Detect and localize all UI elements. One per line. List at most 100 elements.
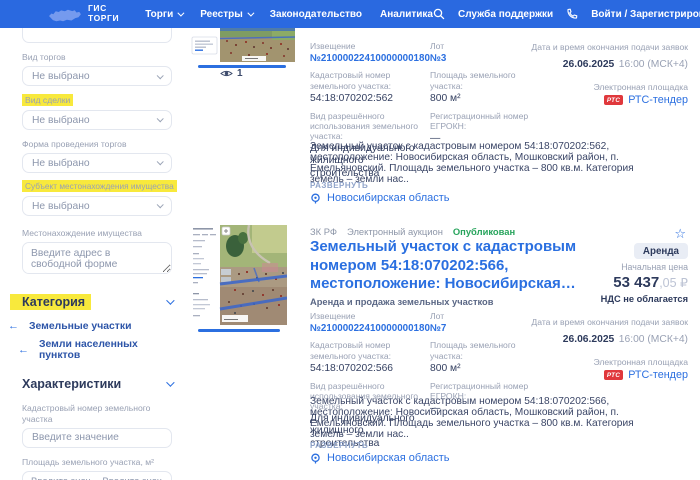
notice-field: Извещение №21000022410000000180 <box>310 41 430 64</box>
vid-torgov-select[interactable]: Не выбрано <box>22 66 172 87</box>
lot-value[interactable]: №3 <box>430 53 542 64</box>
region-name: Новосибирская область <box>327 192 450 204</box>
area-value: 800 м² <box>430 362 461 374</box>
search-icon[interactable] <box>433 8 445 20</box>
cadastral-field: Кадастровый номер земельного участка: 54… <box>310 70 424 104</box>
area-field: Площадь земельного участка: 800 м² <box>430 340 542 374</box>
thumbnail-carousel-indicator[interactable] <box>198 329 280 332</box>
nav-torgi[interactable]: Торги <box>145 8 185 20</box>
filter-label-highlighted: Вид сделки <box>22 94 74 107</box>
status-badge: Опубликован <box>452 226 516 237</box>
area-to-input[interactable] <box>102 475 163 480</box>
tag-auction-type: Электронный аукцион <box>347 226 443 237</box>
range-dash: - <box>95 476 98 480</box>
notice-number-link[interactable]: №21000022410000000180 <box>310 53 430 64</box>
nav-reestry[interactable]: Реестры <box>200 9 255 20</box>
description-line: земель – земли нас.. <box>310 428 409 440</box>
price-integer: 53 437 <box>613 274 660 291</box>
lot-label: Лот <box>430 41 445 51</box>
category-header-label: Категория <box>10 294 92 311</box>
views-counter: 1 <box>220 68 243 79</box>
price-value: 53 437,05 ₽ <box>531 274 688 292</box>
category-item-zemli-naselennyh[interactable]: ← Земли населенных пунктов <box>18 339 172 361</box>
vid-sdelki-select[interactable]: Не выбрано <box>22 109 172 130</box>
expand-link[interactable]: РАЗВЕРНУТЬ <box>310 181 368 190</box>
filter-label-highlighted: Субъект местонахождения имущества <box>22 179 177 192</box>
filter-sidebar: Вид торгов Не выбрано Вид сделки Не выбр… <box>8 28 177 480</box>
area-value: 800 м² <box>430 92 461 104</box>
support-link[interactable]: Служба поддержки <box>458 9 553 20</box>
listing-card-1: 1 Извещение №21000022410000000180 Кадаст… <box>190 28 700 215</box>
category-item-label: Земли населенных пунктов <box>39 339 138 362</box>
cadastral-field: Кадастровый номер земельного участка: 54… <box>310 340 424 374</box>
cadastral-value: 54:18:070202:566 <box>310 362 394 374</box>
area-range-box: - <box>22 471 172 480</box>
region-name: Новосибирская область <box>327 452 450 464</box>
region-link[interactable]: Новосибирская область <box>310 192 450 204</box>
listing1-map-image[interactable] <box>190 28 296 67</box>
select-value: Не выбрано <box>32 200 90 212</box>
select-value: Не выбрано <box>32 157 90 169</box>
cadastral-label: Кадастровый номер земельного участка: <box>310 340 392 361</box>
tag-zk-rf: ЗК РФ <box>310 226 338 237</box>
filter-cadastral-number: Кадастровый номер земельного участка <box>22 403 172 448</box>
back-arrow-icon: ← <box>18 343 29 356</box>
lot-value[interactable]: №7 <box>430 323 542 334</box>
platform-link[interactable]: РТС-тендер <box>628 369 688 381</box>
forma-torgov-select[interactable]: Не выбрано <box>22 152 172 173</box>
chevron-down-icon <box>166 378 175 388</box>
favorite-star-icon[interactable]: ☆ <box>674 227 686 240</box>
filter-address: Местонахождение имущества <box>22 228 172 279</box>
platform-label: Электронная площадка <box>593 357 689 368</box>
listing2-map-image[interactable] <box>190 224 288 330</box>
chevron-down-icon <box>177 9 185 17</box>
category-item-label: Земельные участки <box>29 321 132 333</box>
clipped-select[interactable] <box>22 28 172 43</box>
address-input[interactable] <box>22 242 172 275</box>
filter-vid-torgov: Вид торгов Не выбрано <box>22 52 172 87</box>
subekt-select[interactable]: Не выбрано <box>22 195 172 216</box>
deadline-value: 26.06.2025 16:00 (МСК+4) <box>531 54 688 72</box>
select-value: Не выбрано <box>32 114 90 126</box>
cadastral-label: Кадастровый номер земельного участка: <box>310 70 392 91</box>
title-line: Земельный участок с кадастровым <box>310 238 577 255</box>
nav-zakonodatelstvo[interactable]: Законодательство <box>270 9 362 20</box>
vat-note: НДС не облагается <box>600 294 688 304</box>
characteristics-header-label: Характеристики <box>22 377 122 392</box>
nav-torgi-label: Торги <box>145 8 174 20</box>
platform-row: РТС РТС-тендер <box>531 369 688 381</box>
notice-label: Извещение <box>310 41 356 51</box>
filter-area-range: Площадь земельного участка, м² - <box>22 457 172 480</box>
chevron-down-icon <box>156 72 164 80</box>
area-label: Площадь земельного участка: <box>430 340 516 361</box>
rts-logo-icon: РТС <box>603 370 624 381</box>
area-from-input[interactable] <box>31 475 91 480</box>
nav-analitika-label: Аналитика <box>380 8 433 20</box>
egrn-label: Регистрационный номер ЕГРОКН: <box>430 110 529 131</box>
russia-map-icon <box>49 9 81 22</box>
listing2-description: Земельный участок с кадастровым номером … <box>310 396 696 441</box>
logo[interactable]: ГИС ТОРГИ <box>48 3 119 24</box>
phone-icon[interactable] <box>566 8 578 20</box>
platform-label: Электронная площадка <box>593 82 689 93</box>
deal-type-badge: Аренда <box>633 243 688 259</box>
area-field: Площадь земельного участка: 800 м² <box>430 70 542 104</box>
area-label: Площадь земельного участка: <box>430 70 516 91</box>
category-item-zemelnye-uchastki[interactable]: ← Земельные участки <box>8 321 172 333</box>
nav-analitika[interactable]: Аналитика <box>380 9 433 20</box>
category-section-header[interactable]: Категория <box>10 294 175 311</box>
login-link[interactable]: Войти / Зарегистрироваться <box>591 9 700 20</box>
filter-forma-torgov: Форма проведения торгов Не выбрано <box>22 139 172 173</box>
expand-link[interactable]: РАЗВЕРНУТЬ <box>310 441 368 450</box>
filter-label: Кадастровый номер земельного участка <box>22 403 151 424</box>
characteristics-section-header[interactable]: Характеристики <box>22 377 175 392</box>
notice-number-link[interactable]: №21000022410000000180 <box>310 323 430 334</box>
platform-link[interactable]: РТС-тендер <box>628 94 688 106</box>
listing-card-2: ЗК РФ Электронный аукцион Опубликован Зе… <box>190 215 700 480</box>
region-link[interactable]: Новосибирская область <box>310 452 450 464</box>
deadline-label: Дата и время окончания подачи заявок <box>531 317 688 327</box>
usage-label: Вид разрешённого использования земельног… <box>310 110 419 142</box>
filter-label: Местонахождение имущества <box>22 227 142 238</box>
cadastral-number-input[interactable] <box>22 427 172 448</box>
deadline-date: 26.06.2025 <box>562 334 615 346</box>
